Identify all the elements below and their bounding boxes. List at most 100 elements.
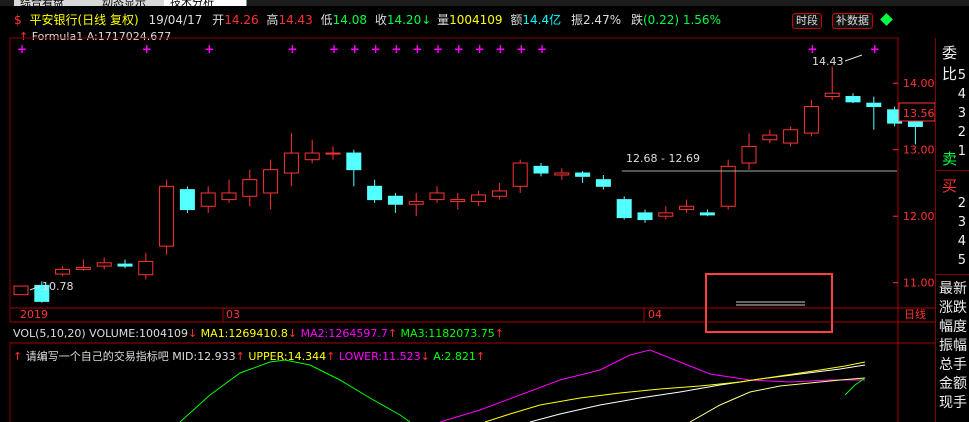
- low-price-annotation: 10.78: [42, 280, 74, 293]
- buy-level-4: 4: [957, 234, 966, 249]
- range-annotation: 12.68 - 12.69: [626, 152, 700, 165]
- signal-marker: +: [807, 42, 817, 56]
- volume-indicator-text: VOL(5,10,20) VOLUME:1004109: [13, 327, 188, 340]
- candle-body: [325, 152, 341, 155]
- up-arrow-icon: ↑: [235, 350, 245, 363]
- stat-latest: 最新: [939, 281, 967, 297]
- candle-body: [387, 195, 403, 205]
- high-price-annotation: 14.43: [812, 55, 844, 68]
- candle-body: [96, 262, 112, 267]
- signal-marker: +: [329, 42, 339, 56]
- ma2-value: MA2:1264597.7: [300, 327, 388, 340]
- candle-body: [471, 194, 487, 203]
- signal-marker: +: [17, 42, 27, 56]
- candle-body: [783, 129, 799, 144]
- candle-body: [179, 189, 195, 211]
- candle-body: [159, 185, 175, 247]
- sell-level-2: 2: [957, 125, 966, 140]
- stat-current-volume: 现手: [939, 395, 967, 411]
- upper-value: UPPER:14.344: [248, 350, 327, 363]
- candle-body: [720, 165, 736, 207]
- ma1-value: MA1:1269410.8: [200, 327, 288, 340]
- candle-body: [283, 152, 299, 174]
- date-label-04: 04: [648, 308, 662, 321]
- signal-marker: +: [516, 42, 526, 56]
- highlight-box: [705, 273, 833, 333]
- order-book-panel: 委比 5 4 3 2 1 卖 买 2 3 4 5 最新 涨跌 幅度 振幅 总手 …: [935, 38, 969, 422]
- mid-band-line: [529, 364, 866, 422]
- candle-body: [762, 134, 778, 141]
- price-tick-label: 14.00: [903, 77, 935, 90]
- volume-indicator-bar: VOL(5,10,20) VOLUME:1004109 ↓ MA1:1269410…: [13, 327, 504, 340]
- signal-marker: +: [870, 42, 880, 56]
- signal-marker: +: [537, 42, 547, 56]
- signal-markers: ++++++++++++++++++: [17, 42, 880, 56]
- candle-body: [658, 212, 674, 217]
- candle-body: [429, 192, 445, 201]
- date-label-2019: 2019: [20, 308, 48, 321]
- candle-body: [304, 152, 320, 161]
- candle-body: [491, 190, 507, 197]
- candle-body: [117, 263, 133, 267]
- period-label: 日线: [904, 307, 926, 321]
- candle-body: [575, 172, 591, 177]
- candle-body: [637, 212, 653, 221]
- stat-total-volume: 总手: [939, 357, 967, 373]
- signal-marker: +: [412, 42, 422, 56]
- price-panel-frame: [9, 37, 899, 323]
- up-arrow-icon: ↑: [494, 327, 504, 340]
- candle-body: [75, 266, 91, 270]
- stat-amplitude: 振幅: [939, 338, 967, 354]
- sell-level-4: 4: [957, 87, 966, 102]
- candle-body: [13, 285, 29, 296]
- candle-body: [242, 179, 258, 197]
- signal-marker: +: [475, 42, 485, 56]
- down-arrow-icon: ↓: [287, 327, 298, 340]
- candle-body: [554, 172, 570, 176]
- signal-marker: +: [371, 42, 381, 56]
- candle-body: [138, 260, 154, 276]
- candlesticks: [13, 66, 935, 303]
- signal-marker: +: [454, 42, 464, 56]
- lower-band-line: [439, 349, 865, 422]
- candle-body: [450, 199, 466, 203]
- high-annotation-pointer: [844, 54, 863, 62]
- signal-marker: +: [433, 42, 443, 56]
- candle-body: [866, 102, 882, 108]
- candle-body: [367, 185, 383, 201]
- signal-marker: +: [142, 42, 152, 56]
- custom-indicator-prompt[interactable]: 请编写一个自己的交易指标吧: [26, 350, 169, 363]
- custom-indicator-bar: ↑ 请编写一个自己的交易指标吧 MID:12.933↑ UPPER:14.344…: [13, 348, 485, 364]
- upper-band-line: [179, 359, 411, 422]
- ma3-value: MA3:1182073.75: [400, 327, 495, 340]
- a-value: A:2.821: [433, 350, 476, 363]
- signal-marker: +: [204, 42, 214, 56]
- candle-body: [845, 96, 861, 103]
- candle-body: [55, 268, 71, 275]
- candle-body: [595, 179, 611, 187]
- candle-body: [200, 192, 216, 207]
- signal-marker: +: [350, 42, 360, 56]
- candle-body: [221, 192, 237, 201]
- candle-body: [679, 205, 695, 211]
- down-arrow-icon: ↓: [420, 350, 430, 363]
- signal-marker: +: [391, 42, 401, 56]
- mid-value: MID:12.933: [172, 350, 236, 363]
- sell-level-3: 3: [957, 106, 966, 121]
- sell-label: 卖: [942, 150, 958, 168]
- candle-body: [616, 199, 632, 219]
- candle-body: [741, 145, 757, 164]
- candle-body: [512, 162, 528, 187]
- price-tick-label: 12.00: [903, 210, 935, 223]
- date-grid: [222, 307, 935, 322]
- candle-body: [824, 92, 840, 98]
- candle-body: [907, 121, 923, 127]
- buy-level-2: 2: [957, 196, 966, 211]
- up-arrow-icon: ↑: [13, 350, 23, 363]
- up-arrow-icon: ↑: [326, 350, 336, 363]
- sell-level-5: 5: [957, 68, 966, 83]
- up-arrow-icon: ↑: [475, 350, 486, 363]
- candle-body: [408, 201, 424, 205]
- short-green-line: [844, 377, 866, 396]
- buy-label: 买: [942, 177, 958, 195]
